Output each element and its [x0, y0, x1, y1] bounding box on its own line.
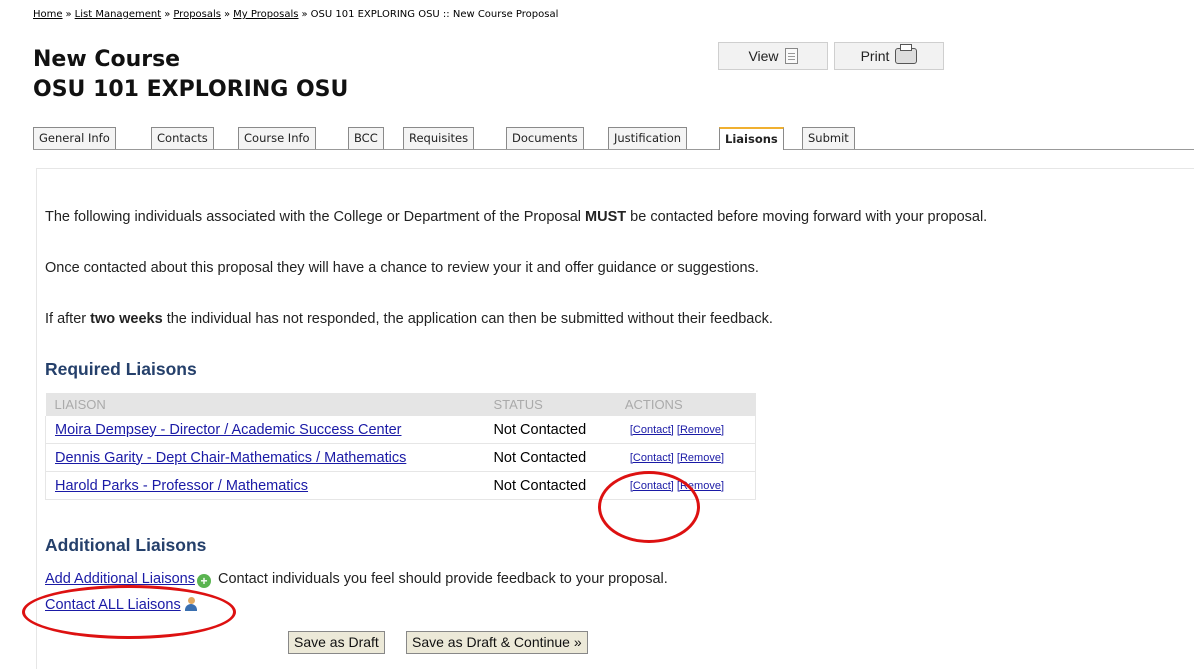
tab-general-info[interactable]: General Info — [33, 127, 116, 149]
column-header-liaison: LIAISON — [45, 393, 485, 416]
required-liaisons-heading: Required Liaisons — [45, 359, 197, 379]
contact-all-liaisons-link[interactable]: Contact ALL Liaisons — [45, 597, 181, 613]
intro-paragraph-1: The following individuals associated wit… — [45, 209, 987, 225]
liaison-actions: [Contact] [Remove] — [615, 443, 756, 472]
people-icon[interactable] — [184, 597, 198, 611]
breadcrumb-home[interactable]: Home — [33, 9, 63, 20]
table-header-row: LIAISON STATUS ACTIONS — [45, 393, 756, 416]
tab-bar: General Info Contacts Course Info BCC Re… — [33, 127, 1194, 150]
intro-emphasis: MUST — [585, 209, 627, 225]
tab-liaisons[interactable]: Liaisons — [719, 127, 784, 150]
column-header-status: STATUS — [484, 393, 616, 416]
required-liaisons-table: LIAISON STATUS ACTIONS Moira Dempsey - D… — [45, 393, 756, 500]
breadcrumb-proposals[interactable]: Proposals — [173, 9, 221, 20]
tab-requisites[interactable]: Requisites — [403, 127, 475, 149]
breadcrumb-separator: » — [164, 9, 171, 20]
liaison-cell: Dennis Garity - Dept Chair-Mathematics /… — [45, 443, 485, 472]
liaison-name-link[interactable]: Moira Dempsey - Director / Academic Succ… — [55, 422, 402, 438]
liaison-actions: [Contact] [Remove] — [615, 416, 756, 444]
save-draft-button[interactable]: Save as Draft — [288, 631, 385, 654]
print-button-label: Print — [860, 48, 890, 64]
tab-contacts[interactable]: Contacts — [151, 127, 214, 149]
plus-circle-icon[interactable]: + — [196, 574, 211, 588]
table-row: Moira Dempsey - Director / Academic Succ… — [45, 416, 756, 444]
page-title-line2: OSU 101 EXPLORING OSU — [33, 77, 349, 102]
view-button-label: View — [748, 48, 779, 64]
add-additional-liaisons-link[interactable]: Add Additional Liaisons — [45, 571, 195, 587]
breadcrumb-current: OSU 101 EXPLORING OSU :: New Course Prop… — [310, 9, 559, 20]
intro-text: the individual has not responded, the ap… — [166, 311, 773, 327]
contact-link[interactable]: [Contact] — [630, 480, 674, 492]
intro-text: The following individuals associated wit… — [45, 209, 581, 225]
add-liaisons-line: Add Additional Liaisons + Contact individ… — [45, 571, 668, 588]
contact-all-line: Contact ALL Liaisons — [45, 597, 198, 613]
breadcrumb-list-management[interactable]: List Management — [75, 9, 162, 20]
add-liaisons-description: Contact individuals you feel should prov… — [217, 571, 668, 587]
liaison-cell: Harold Parks - Professor / Mathematics — [45, 471, 485, 500]
tab-submit[interactable]: Submit — [802, 127, 855, 149]
remove-link[interactable]: [Remove] — [677, 424, 724, 436]
additional-liaisons-heading: Additional Liaisons — [45, 535, 207, 555]
view-button[interactable]: View — [718, 42, 828, 70]
remove-link[interactable]: [Remove] — [677, 452, 724, 464]
liaison-status: Not Contacted — [484, 471, 616, 500]
intro-text: If after — [45, 311, 87, 327]
page-title-line1: New Course — [33, 47, 181, 72]
document-icon — [784, 48, 798, 64]
liaison-name-link[interactable]: Dennis Garity - Dept Chair-Mathematics /… — [55, 450, 406, 466]
intro-paragraph-2: Once contacted about this proposal they … — [45, 260, 759, 276]
tab-justification[interactable]: Justification — [608, 127, 688, 149]
liaison-status: Not Contacted — [484, 443, 616, 472]
save-draft-continue-button[interactable]: Save as Draft & Continue » — [406, 631, 588, 654]
page-title: New Course OSU 101 EXPLORING OSU — [33, 45, 348, 105]
breadcrumb-separator: » — [223, 9, 231, 20]
intro-paragraph-3: If after two weeks the individual has no… — [45, 311, 773, 327]
tab-documents[interactable]: Documents — [506, 127, 584, 149]
breadcrumb-separator: » — [65, 9, 72, 20]
intro-text: be contacted before moving forward with … — [630, 209, 988, 225]
table-row: Harold Parks - Professor / Mathematics N… — [45, 471, 756, 500]
remove-link[interactable]: [Remove] — [677, 480, 724, 492]
liaison-actions: [Contact] [Remove] — [615, 471, 756, 500]
breadcrumb-separator: » — [301, 9, 308, 20]
liaison-status: Not Contacted — [484, 416, 616, 444]
contact-link[interactable]: [Contact] — [630, 424, 674, 436]
liaison-name-link[interactable]: Harold Parks - Professor / Mathematics — [55, 478, 308, 494]
liaison-cell: Moira Dempsey - Director / Academic Succ… — [45, 416, 485, 444]
tab-course-info[interactable]: Course Info — [238, 127, 316, 149]
printer-icon — [895, 44, 918, 64]
intro-emphasis: two weeks — [90, 311, 163, 327]
tab-bcc[interactable]: BCC — [348, 127, 384, 149]
breadcrumb-my-proposals[interactable]: My Proposals — [233, 9, 298, 20]
table-row: Dennis Garity - Dept Chair-Mathematics /… — [45, 443, 756, 472]
contact-link[interactable]: [Contact] — [630, 452, 674, 464]
breadcrumb: Home» List Management» Proposals» My Propos… — [33, 9, 558, 20]
print-button[interactable]: Print — [834, 42, 944, 70]
column-header-actions: ACTIONS — [615, 393, 756, 416]
